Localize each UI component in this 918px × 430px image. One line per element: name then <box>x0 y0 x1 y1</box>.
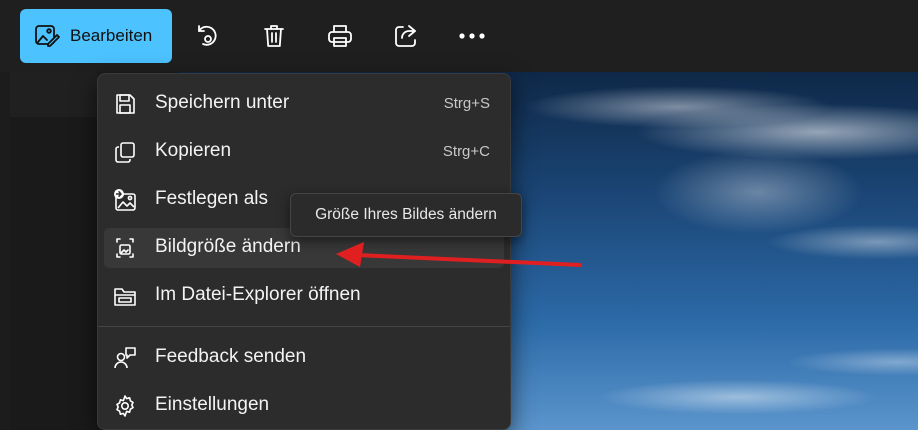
save-icon <box>113 92 137 116</box>
resize-icon <box>113 236 137 260</box>
menu-item-open-explorer[interactable]: Im Datei-Explorer öffnen <box>104 276 504 316</box>
side-panel-inner <box>10 117 97 430</box>
folder-icon <box>113 284 137 308</box>
menu-item-copy[interactable]: Kopieren Strg+C <box>104 132 504 172</box>
menu-item-shortcut: Strg+S <box>443 95 490 112</box>
menu-item-label: Einstellungen <box>155 394 270 415</box>
menu-item-label: Im Datei-Explorer öffnen <box>155 284 361 305</box>
feedback-icon <box>113 346 137 370</box>
copy-icon <box>113 140 137 164</box>
share-icon[interactable] <box>388 18 424 54</box>
edit-image-icon <box>34 23 60 49</box>
resize-tooltip: Größe Ihres Bildes ändern <box>290 193 522 237</box>
edit-button-label: Bearbeiten <box>70 26 153 45</box>
annotation-arrow <box>336 242 582 267</box>
menu-separator <box>98 326 510 327</box>
menu-item-label: Speichern unter <box>155 92 290 113</box>
rotate-icon[interactable] <box>190 18 226 54</box>
delete-icon[interactable] <box>256 18 292 54</box>
menu-item-label: Kopieren <box>155 140 232 161</box>
menu-item-label: Bildgröße ändern <box>155 236 301 257</box>
menu-item-feedback[interactable]: Feedback senden <box>104 338 504 378</box>
edit-button[interactable]: Bearbeiten <box>20 9 172 63</box>
more-icon[interactable] <box>454 18 490 54</box>
menu-item-save-as[interactable]: Speichern unter Strg+S <box>104 84 504 124</box>
menu-item-settings[interactable]: Einstellungen <box>104 386 504 426</box>
gear-icon <box>113 394 137 418</box>
menu-item-shortcut: Strg+C <box>442 143 490 160</box>
print-icon[interactable] <box>322 18 358 54</box>
menu-item-label: Feedback senden <box>155 346 307 367</box>
menu-item-label: Festlegen als <box>155 188 269 209</box>
set-as-icon <box>113 188 137 212</box>
toolbar: Bearbeiten <box>0 0 918 72</box>
side-panel <box>10 72 97 430</box>
